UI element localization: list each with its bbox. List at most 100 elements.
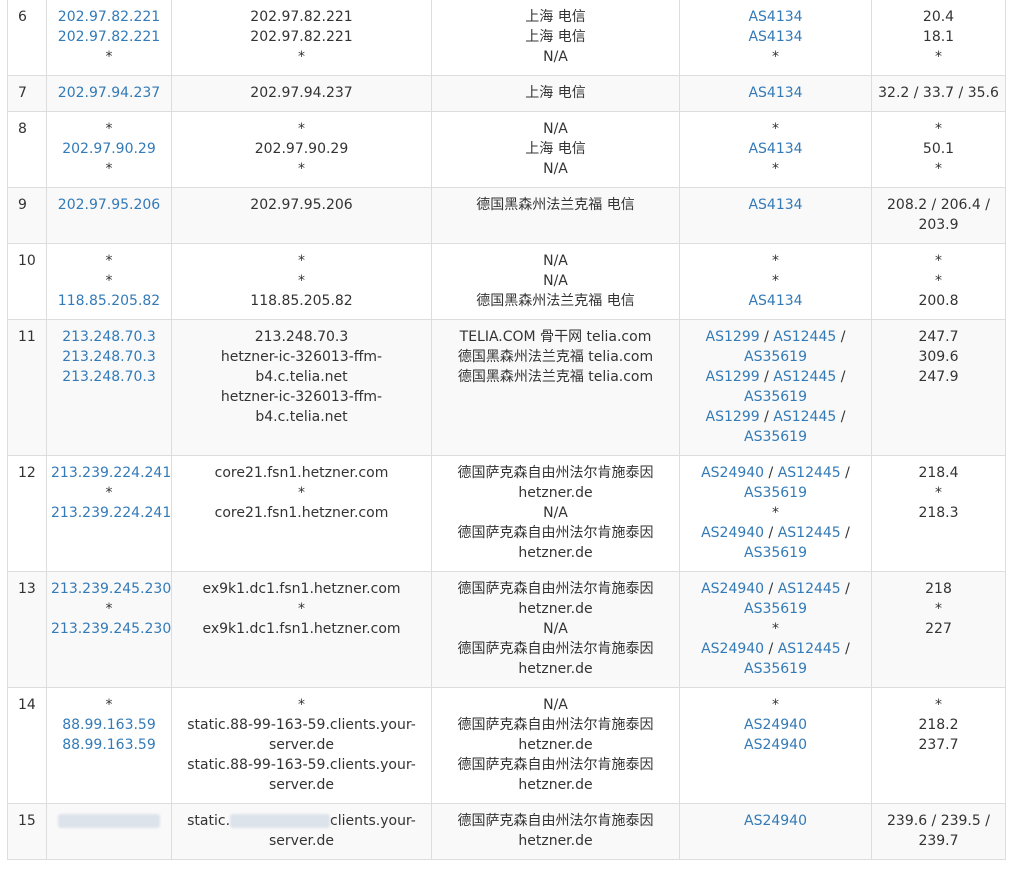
ip-text: * <box>105 121 113 137</box>
hostname-text: core21.fsn1.hetzner.com <box>214 465 389 481</box>
hop-number-cell: 13 <box>7 571 47 688</box>
location-text: 上海 电信 <box>525 141 586 157</box>
hostname-text: 118.85.205.82 <box>250 293 353 309</box>
latency-cell: * 218.2 237.7 <box>871 687 1006 804</box>
ip-link[interactable]: 202.97.94.237 <box>58 85 160 101</box>
hop-number-cell: 9 <box>7 187 47 244</box>
asn-separator: / <box>840 641 850 657</box>
asn-link[interactable]: AS12445 <box>773 369 836 385</box>
ip-text: * <box>105 485 113 501</box>
ip-link[interactable]: 213.239.224.241 <box>51 505 171 521</box>
asn-link[interactable]: AS24940 <box>744 717 807 733</box>
asn-link[interactable]: AS24940 <box>744 813 807 829</box>
hostname-text: * <box>298 485 305 501</box>
hop-number: 12 <box>18 465 36 481</box>
asn-link[interactable]: AS4134 <box>748 29 802 45</box>
location-text: 德国萨克森自由州法尔肯施泰因 <box>457 813 654 829</box>
location-text: N/A <box>543 697 568 713</box>
latency-text: * <box>935 161 942 177</box>
ip-cell: 213.248.70.3 213.248.70.3 213.248.70.3 <box>46 319 172 456</box>
ip-link[interactable]: 118.85.205.82 <box>58 293 160 309</box>
location-text: 德国萨克森自由州法尔肯施泰因 <box>457 525 654 541</box>
hop-number-cell: 11 <box>7 319 47 456</box>
latency-text: 218.3 <box>918 505 959 521</box>
asn-link[interactable]: AS12445 <box>778 581 841 597</box>
asn-link[interactable]: AS4134 <box>748 141 802 157</box>
latency-text: 200.8 <box>918 293 959 309</box>
hostname-cell: * 202.97.90.29 * <box>171 111 432 188</box>
asn-link[interactable]: AS1299 <box>706 329 760 345</box>
asn-separator: / <box>764 641 778 657</box>
hop-number-cell: 8 <box>7 111 47 188</box>
hostname-text: * <box>298 697 305 713</box>
table-row: 10 * * 118.85.205.82 * * 118.85.205.82 N/A N/A 德国… <box>7 243 1006 320</box>
ip-link[interactable]: 213.248.70.3 <box>62 369 156 385</box>
asn-link[interactable]: AS35619 <box>744 485 807 501</box>
asn-link[interactable]: AS4134 <box>748 85 802 101</box>
hop-number: 9 <box>18 197 27 213</box>
ip-link[interactable]: 213.248.70.3 <box>62 329 156 345</box>
latency-text: 203.9 <box>918 217 959 233</box>
hostname-text: ex9k1.dc1.fsn1.hetzner.com <box>202 621 401 637</box>
ip-link[interactable]: 213.239.224.241 <box>51 465 171 481</box>
hop-number-cell: 14 <box>7 687 47 804</box>
asn-link[interactable]: AS1299 <box>706 369 760 385</box>
latency-text: * <box>935 49 942 65</box>
asn-separator: * <box>772 697 779 713</box>
hostname-cell: 213.248.70.3 hetzner-ic-326013-ffm-b4.c.t… <box>171 319 432 456</box>
ip-link[interactable]: 213.248.70.3 <box>62 349 156 365</box>
asn-cell: AS1299 / AS12445 / AS35619 AS1299 / AS1244… <box>679 319 872 456</box>
location-text: hetzner.de <box>518 545 593 561</box>
asn-link[interactable]: AS24940 <box>701 641 764 657</box>
asn-link[interactable]: AS12445 <box>778 525 841 541</box>
location-text: 德国黑森州法兰克福 电信 <box>476 197 635 213</box>
asn-separator: * <box>772 121 779 137</box>
latency-text: * <box>935 253 942 269</box>
asn-separator: / <box>764 465 778 481</box>
ip-link[interactable]: 202.97.90.29 <box>62 141 156 157</box>
asn-link[interactable]: AS12445 <box>773 409 836 425</box>
asn-link[interactable]: AS12445 <box>778 641 841 657</box>
asn-link[interactable]: AS35619 <box>744 389 807 405</box>
asn-link[interactable]: AS35619 <box>744 545 807 561</box>
ip-link[interactable]: 202.97.82.221 <box>58 9 160 25</box>
asn-link[interactable]: AS12445 <box>778 465 841 481</box>
ip-link[interactable]: 88.99.163.59 <box>62 717 156 733</box>
ip-link[interactable]: 202.97.95.206 <box>58 197 160 213</box>
latency-text: 208.2 / 206.4 / <box>887 197 990 213</box>
asn-link[interactable]: AS4134 <box>748 9 802 25</box>
asn-link[interactable]: AS12445 <box>773 329 836 345</box>
asn-link[interactable]: AS24940 <box>701 581 764 597</box>
asn-link[interactable]: AS35619 <box>744 349 807 365</box>
asn-link[interactable]: AS35619 <box>744 661 807 677</box>
location-text: 德国黑森州法兰克福 telia.com <box>457 369 654 385</box>
hop-number-cell: 15 <box>7 803 47 860</box>
asn-link[interactable]: AS24940 <box>701 465 764 481</box>
asn-separator: / <box>759 409 774 425</box>
asn-link[interactable]: AS4134 <box>748 293 802 309</box>
asn-link[interactable]: AS35619 <box>744 601 807 617</box>
ip-link[interactable]: 213.239.245.230 <box>51 581 171 597</box>
hostname-text: * <box>298 273 305 289</box>
asn-link[interactable]: AS24940 <box>701 525 764 541</box>
location-text: hetzner.de <box>518 601 593 617</box>
location-text: 德国萨克森自由州法尔肯施泰因 <box>457 757 654 773</box>
table-row: 6 202.97.82.221 202.97.82.221 * 202.97.82.22… <box>7 0 1006 76</box>
asn-link[interactable]: AS24940 <box>744 737 807 753</box>
asn-link[interactable]: AS35619 <box>744 429 807 445</box>
latency-cell: * 50.1 * <box>871 111 1006 188</box>
asn-separator: * <box>772 161 779 177</box>
ip-link[interactable]: 213.239.245.230 <box>51 621 171 637</box>
hostname-text: * <box>298 253 305 269</box>
ip-link[interactable]: 88.99.163.59 <box>62 737 156 753</box>
table-row: 12 213.239.224.241 * 213.239.224.241 core21.… <box>7 455 1006 572</box>
location-cell: 德国黑森州法兰克福 电信 <box>431 187 680 244</box>
asn-separator: / <box>840 581 850 597</box>
asn-cell: AS4134 <box>679 75 872 112</box>
ip-link[interactable]: 202.97.82.221 <box>58 29 160 45</box>
location-text: 上海 电信 <box>525 9 586 25</box>
asn-link[interactable]: AS4134 <box>748 197 802 213</box>
location-text: N/A <box>543 273 568 289</box>
asn-link[interactable]: AS1299 <box>706 409 760 425</box>
latency-text: 237.7 <box>918 737 959 753</box>
